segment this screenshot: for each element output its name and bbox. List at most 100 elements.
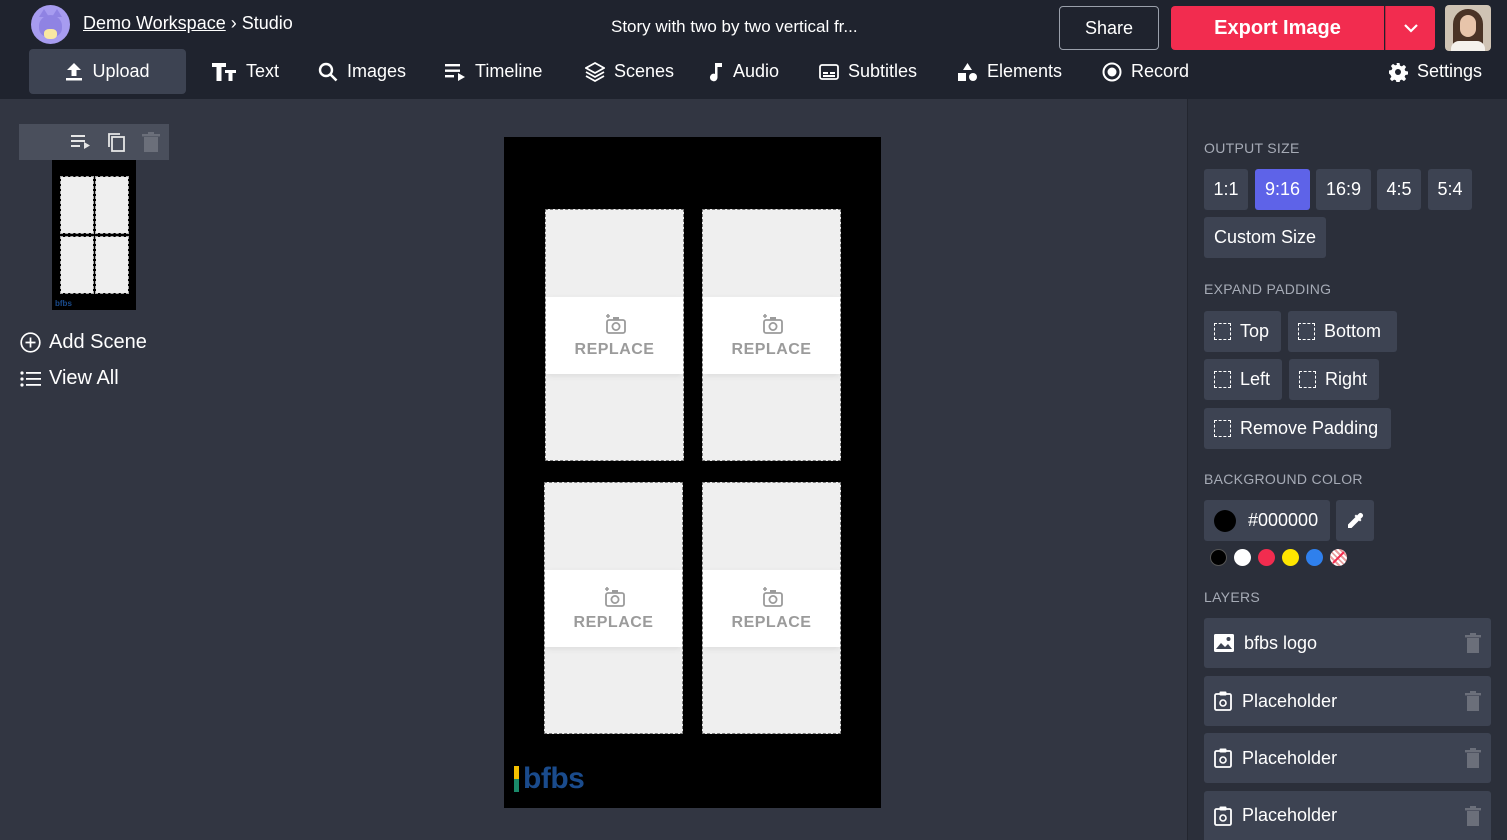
placeholder-frame[interactable]: REPLACE <box>545 209 684 461</box>
replace-button[interactable]: REPLACE <box>546 297 683 374</box>
layer-label: bfbs logo <box>1244 632 1318 653</box>
subtitles-icon <box>819 63 839 80</box>
padding-right-button[interactable]: Right <box>1289 359 1379 400</box>
nav-images-label: Images <box>347 61 407 81</box>
scene-timeline-icon[interactable] <box>71 132 91 155</box>
placeholder-icon <box>1214 691 1232 711</box>
dashed-box-icon <box>1298 323 1315 340</box>
nav-subtitles-label: Subtitles <box>848 61 918 81</box>
replace-label: REPLACE <box>731 340 812 358</box>
nav-elements-label: Elements <box>987 61 1063 81</box>
custom-size-button[interactable]: Custom Size <box>1204 217 1326 258</box>
nav-images[interactable]: Images <box>318 49 406 94</box>
placeholder-frame[interactable]: REPLACE <box>544 482 683 734</box>
size-option-4-5[interactable]: 4:5 <box>1377 169 1421 210</box>
share-button[interactable]: Share <box>1059 6 1159 50</box>
layer-item[interactable]: Placeholder <box>1204 676 1491 726</box>
bfbs-logo[interactable]: bfbs <box>514 762 585 795</box>
delete-scene-icon[interactable] <box>142 132 160 157</box>
padding-left-label: Left <box>1240 369 1271 389</box>
placeholder-icon <box>1214 806 1232 826</box>
trash-icon[interactable] <box>1465 691 1481 716</box>
view-all-label: View All <box>49 367 119 389</box>
nav-record[interactable]: Record <box>1102 49 1189 94</box>
background-color-field[interactable]: #000000 <box>1204 500 1330 541</box>
size-option-9-16[interactable]: 9:16 <box>1255 169 1310 210</box>
replace-button[interactable]: REPLACE <box>545 570 682 647</box>
replace-label: REPLACE <box>731 613 812 631</box>
color-preset-red[interactable] <box>1258 549 1275 566</box>
color-preset-blue[interactable] <box>1306 549 1323 566</box>
dashed-box-icon <box>1299 371 1316 388</box>
replace-button[interactable]: REPLACE <box>703 570 840 647</box>
padding-left-button[interactable]: Left <box>1204 359 1282 400</box>
layer-item[interactable]: bfbs logo <box>1204 618 1491 668</box>
size-option-5-4[interactable]: 5:4 <box>1428 169 1472 210</box>
output-size-title: OUTPUT SIZE <box>1204 140 1300 156</box>
nav-scenes-label: Scenes <box>614 61 675 81</box>
export-image-button[interactable]: Export Image <box>1171 6 1384 50</box>
trash-icon[interactable] <box>1465 633 1481 658</box>
thumb-frame <box>95 236 129 294</box>
avatar-face <box>1460 15 1476 37</box>
trash-icon[interactable] <box>1465 806 1481 831</box>
background-color-title: BACKGROUND COLOR <box>1204 471 1363 487</box>
color-preset-white[interactable] <box>1234 549 1251 566</box>
workspace-link[interactable]: Demo Workspace <box>83 13 226 33</box>
shapes-icon <box>957 62 978 82</box>
remove-padding-button[interactable]: Remove Padding <box>1204 408 1391 449</box>
project-title[interactable]: Story with two by two vertical fr... <box>611 17 858 37</box>
layer-label: Placeholder <box>1242 690 1338 711</box>
nav-audio-label: Audio <box>733 61 780 81</box>
placeholder-frame[interactable]: REPLACE <box>702 209 841 461</box>
nav-elements[interactable]: Elements <box>957 49 1062 94</box>
replace-label: REPLACE <box>574 340 655 358</box>
workspace-avatar[interactable] <box>31 5 70 44</box>
camera-plus-icon <box>762 586 783 607</box>
remove-padding-label: Remove Padding <box>1240 418 1379 438</box>
scene-thumbnail[interactable]: bfbs <box>52 160 136 310</box>
dashed-box-icon <box>1214 323 1231 340</box>
color-preset-yellow[interactable] <box>1282 549 1299 566</box>
nav-record-label: Record <box>1131 61 1190 81</box>
color-preset-transparent[interactable] <box>1330 549 1347 566</box>
nav-subtitles[interactable]: Subtitles <box>819 49 917 94</box>
cat-logo-detail <box>44 29 57 39</box>
text-icon <box>211 62 237 82</box>
thumb-frame <box>95 176 129 234</box>
nav-timeline[interactable]: Timeline <box>445 49 542 94</box>
breadcrumb: Demo Workspace › Studio <box>83 13 293 34</box>
design-canvas[interactable]: REPLACE REPLACE REPLACE REPLACE bfbs <box>504 137 881 808</box>
camera-plus-icon <box>762 313 783 334</box>
placeholder-icon <box>1214 748 1232 768</box>
size-option-16-9[interactable]: 16:9 <box>1316 169 1371 210</box>
size-option-1-1[interactable]: 1:1 <box>1204 169 1248 210</box>
view-all-button[interactable]: View All <box>20 367 119 390</box>
padding-top-button[interactable]: Top <box>1204 311 1281 352</box>
export-options-button[interactable] <box>1385 6 1435 50</box>
color-swatch <box>1214 509 1236 532</box>
duplicate-icon[interactable] <box>107 132 126 157</box>
gear-icon <box>1388 62 1408 82</box>
padding-top-label: Top <box>1240 321 1270 341</box>
user-avatar[interactable] <box>1445 5 1491 51</box>
layer-item[interactable]: Placeholder <box>1204 791 1491 840</box>
trash-icon[interactable] <box>1465 748 1481 773</box>
nav-text[interactable]: Text <box>211 49 279 94</box>
nav-scenes[interactable]: Scenes <box>585 49 674 94</box>
nav-audio[interactable]: Audio <box>708 49 779 94</box>
search-icon <box>318 62 338 82</box>
nav-upload[interactable]: Upload <box>29 49 186 94</box>
layer-label: Placeholder <box>1242 747 1338 768</box>
replace-button[interactable]: REPLACE <box>703 297 840 374</box>
padding-bottom-button[interactable]: Bottom <box>1288 311 1397 352</box>
add-scene-label: Add Scene <box>49 331 147 353</box>
eyedropper-button[interactable] <box>1336 500 1374 541</box>
layer-item[interactable]: Placeholder <box>1204 733 1491 783</box>
color-preset-black[interactable] <box>1210 549 1227 566</box>
nav-settings[interactable]: Settings <box>1388 49 1482 94</box>
placeholder-frame[interactable]: REPLACE <box>702 482 841 734</box>
layers-icon <box>585 61 605 82</box>
add-scene-button[interactable]: Add Scene <box>20 331 147 354</box>
thumb-frame <box>60 176 94 234</box>
